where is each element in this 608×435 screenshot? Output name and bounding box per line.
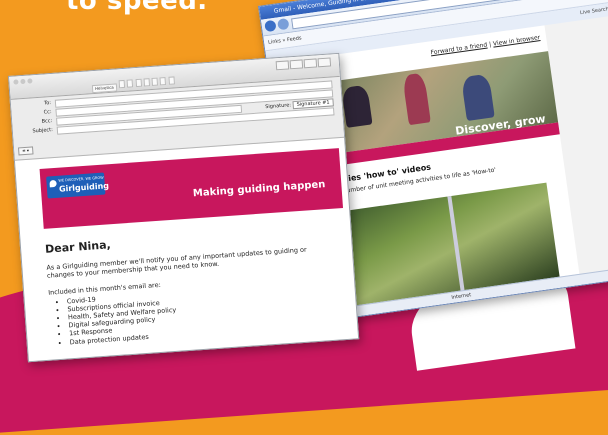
mail-compose-window: Helvetica To: Cc: Bcc: Signature: Signat…: [8, 52, 360, 363]
cc-label: Cc:: [43, 109, 52, 116]
search-placeholder: Live Search: [579, 6, 608, 17]
align-center-icon[interactable]: [151, 77, 159, 86]
fonts-icon[interactable]: [303, 58, 318, 69]
subject-label: Subject:: [32, 127, 54, 135]
window-controls: [13, 78, 34, 85]
mail-toolbar-buttons: [275, 57, 332, 71]
italic-icon[interactable]: [126, 79, 134, 88]
trefoil-icon: [49, 179, 57, 188]
page-headline: to speed.: [66, 0, 208, 16]
forward-icon[interactable]: [277, 17, 290, 31]
zoom-icon[interactable]: [27, 78, 33, 84]
attach-icon[interactable]: [289, 59, 304, 70]
to-label: To:: [43, 100, 52, 107]
girlguiding-logo: WE DISCOVER, WE GROW Girlguiding: [46, 172, 109, 199]
minimize-icon[interactable]: [20, 78, 26, 85]
logo-brand: Girlguiding: [58, 181, 110, 194]
bcc-label: Bcc:: [41, 118, 53, 125]
align-left-icon[interactable]: [143, 78, 150, 87]
underline-icon[interactable]: [135, 78, 142, 88]
priority-button[interactable]: ≡ ▾: [18, 146, 34, 156]
view-in-browser-link[interactable]: View in browser: [493, 34, 541, 48]
font-select[interactable]: Helvetica: [91, 83, 118, 94]
format-bar: Helvetica: [91, 76, 176, 94]
send-icon[interactable]: [275, 60, 290, 71]
links-bar-label: Links » Feeds: [267, 35, 302, 46]
back-icon[interactable]: [264, 19, 277, 33]
bold-icon[interactable]: [118, 79, 126, 89]
banner-tagline: Making guiding happen: [192, 179, 326, 200]
mail-body: WE DISCOVER, WE GROW Girlguiding Making …: [15, 138, 358, 355]
girlguiding-banner: WE DISCOVER, WE GROW Girlguiding Making …: [39, 148, 344, 229]
link-separator: |: [488, 40, 492, 49]
list-icon[interactable]: [168, 76, 175, 85]
activity-photo-pole: [447, 195, 465, 292]
close-icon[interactable]: [13, 79, 19, 85]
status-zone: Internet: [451, 292, 472, 301]
colors-icon[interactable]: [317, 57, 332, 68]
forward-to-friend-link[interactable]: Forward to a friend: [430, 42, 488, 57]
hero-photo-figure: [460, 73, 495, 122]
align-right-icon[interactable]: [159, 76, 167, 86]
hero-photo-figure: [402, 72, 431, 126]
hero-photo-figure: [341, 84, 373, 128]
